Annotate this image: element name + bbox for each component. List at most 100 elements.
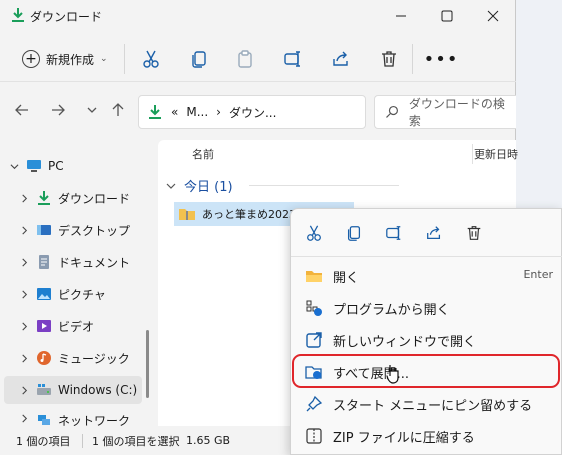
address-bar[interactable]: « M... › ダウン... (138, 95, 366, 129)
search-input[interactable]: ダウンロードの検索 (374, 95, 516, 129)
command-bar: + 新規作成 ⌄ ••• (0, 36, 516, 82)
breadcrumb-separator: › (216, 105, 221, 119)
menu-item-open-new-window[interactable]: 新しいウィンドウで開く (297, 325, 557, 355)
group-divider (248, 185, 399, 186)
chevron-right-icon[interactable] (18, 320, 30, 332)
menu-item-label: プログラムから開く (333, 303, 450, 318)
video-icon (37, 320, 51, 332)
menu-item-label: 新しいウィンドウで開く (333, 335, 477, 350)
nav-item-videos[interactable]: ビデオ (18, 312, 148, 340)
breadcrumb-overflow[interactable]: « (171, 105, 178, 119)
selection-size: 1.65 GB (186, 434, 231, 447)
chevron-right-icon[interactable] (18, 412, 30, 424)
nav-item-windows-drive[interactable]: Windows (C:) (4, 376, 142, 404)
nav-item-downloads[interactable]: ダウンロード (18, 184, 148, 212)
chevron-right-icon[interactable] (18, 256, 30, 268)
rename-button[interactable] (278, 44, 308, 74)
nav-item-documents[interactable]: ドキュメント (18, 248, 148, 276)
download-icon (12, 8, 24, 22)
download-icon (38, 191, 50, 205)
document-icon (39, 255, 49, 269)
cut-icon (143, 50, 159, 68)
nav-item-desktop[interactable]: デスクトップ (18, 216, 148, 244)
close-button[interactable] (470, 0, 516, 32)
forward-button[interactable] (46, 98, 70, 122)
command-separator (124, 44, 125, 74)
up-button[interactable] (106, 98, 130, 122)
cut-icon (307, 225, 321, 241)
context-share-button[interactable] (421, 221, 447, 245)
search-placeholder: ダウンロードの検索 (408, 97, 505, 128)
nav-item-music[interactable]: ミュージック (18, 344, 148, 372)
new-button[interactable]: + 新規作成 ⌄ (14, 44, 116, 74)
search-icon (386, 105, 398, 118)
delete-button[interactable] (374, 44, 404, 74)
share-icon (333, 51, 348, 66)
open-with-icon (306, 300, 322, 316)
network-icon (38, 415, 50, 425)
chevron-down-icon: ⌄ (100, 54, 108, 64)
nav-item-label: ミュージック (58, 351, 130, 366)
chevron-right-icon[interactable] (18, 192, 30, 204)
chevron-right-icon[interactable] (18, 384, 30, 396)
column-header-name[interactable]: 名前 (192, 146, 214, 162)
nav-item-label: ドキュメント (58, 255, 131, 270)
chevron-right-icon[interactable] (18, 288, 30, 300)
menu-item-pin-start[interactable]: スタート メニューにピン留めする (297, 389, 557, 419)
context-menu-toolbar (291, 209, 562, 257)
context-menu: 開く Enter プログラムから開く 新しいウィンドウで開く すべて展開... … (290, 208, 562, 455)
context-delete-button[interactable] (461, 221, 487, 245)
mouse-cursor-icon (386, 365, 399, 384)
context-rename-button[interactable] (381, 221, 407, 245)
nav-item-label: ビデオ (58, 319, 95, 334)
nav-item-pc[interactable]: PC (8, 152, 148, 180)
nav-item-pictures[interactable]: ピクチャ (18, 280, 148, 308)
paste-button[interactable] (230, 44, 260, 74)
back-button[interactable] (10, 98, 34, 122)
copy-icon (192, 51, 206, 68)
trash-icon (467, 226, 481, 240)
share-button[interactable] (326, 44, 356, 74)
picture-icon (37, 288, 51, 300)
highlight-ring (292, 354, 560, 388)
copy-button[interactable] (184, 44, 214, 74)
nav-item-label: ピクチャ (58, 287, 106, 302)
nav-item-label: ネットワーク (58, 414, 131, 426)
plus-icon: + (22, 50, 40, 68)
context-cut-button[interactable] (301, 221, 327, 245)
recent-locations-button[interactable] (80, 98, 104, 122)
folder-open-icon (306, 271, 322, 282)
menu-item-open[interactable]: 開く Enter (297, 261, 557, 291)
rename-icon (386, 226, 401, 240)
zip-folder-icon (179, 209, 195, 220)
nav-item-label: デスクトップ (58, 223, 131, 238)
minimize-button[interactable] (378, 0, 424, 32)
copy-icon (347, 226, 361, 241)
nav-pane-scrollbar[interactable] (146, 330, 149, 398)
menu-item-open-with[interactable]: プログラムから開く (297, 293, 557, 323)
context-copy-button[interactable] (341, 221, 367, 245)
share-icon (427, 226, 441, 240)
chevron-right-icon[interactable] (18, 224, 30, 236)
group-label: 今日 (1) (184, 180, 233, 195)
group-header-today[interactable]: 今日 (1) (166, 176, 399, 195)
breadcrumb-item[interactable]: M... (186, 105, 208, 119)
navigation-pane: PC ダウンロード デスクトップ ドキュメント ピクチャ ビデオ ミュージック … (0, 140, 155, 426)
zip-icon (306, 428, 322, 444)
window-title: ダウンロード (30, 10, 103, 24)
rename-icon (284, 51, 300, 67)
column-separator[interactable] (472, 144, 473, 164)
more-options-button[interactable]: ••• (424, 44, 458, 74)
music-icon (37, 351, 51, 365)
breadcrumb-item[interactable]: ダウン... (229, 104, 276, 121)
arrow-right-icon (52, 104, 65, 116)
nav-item-label: Windows (C:) (58, 383, 138, 397)
chevron-down-icon (166, 183, 176, 189)
chevron-right-icon[interactable] (18, 352, 30, 364)
chevron-down-icon[interactable] (8, 160, 20, 172)
column-header-modified[interactable]: 更新日時 (474, 146, 518, 162)
maximize-button[interactable] (424, 0, 470, 32)
nav-item-network[interactable]: ネットワーク (18, 412, 148, 426)
cut-button[interactable] (136, 44, 166, 74)
menu-item-compress-zip[interactable]: ZIP ファイルに圧縮する (297, 421, 557, 451)
